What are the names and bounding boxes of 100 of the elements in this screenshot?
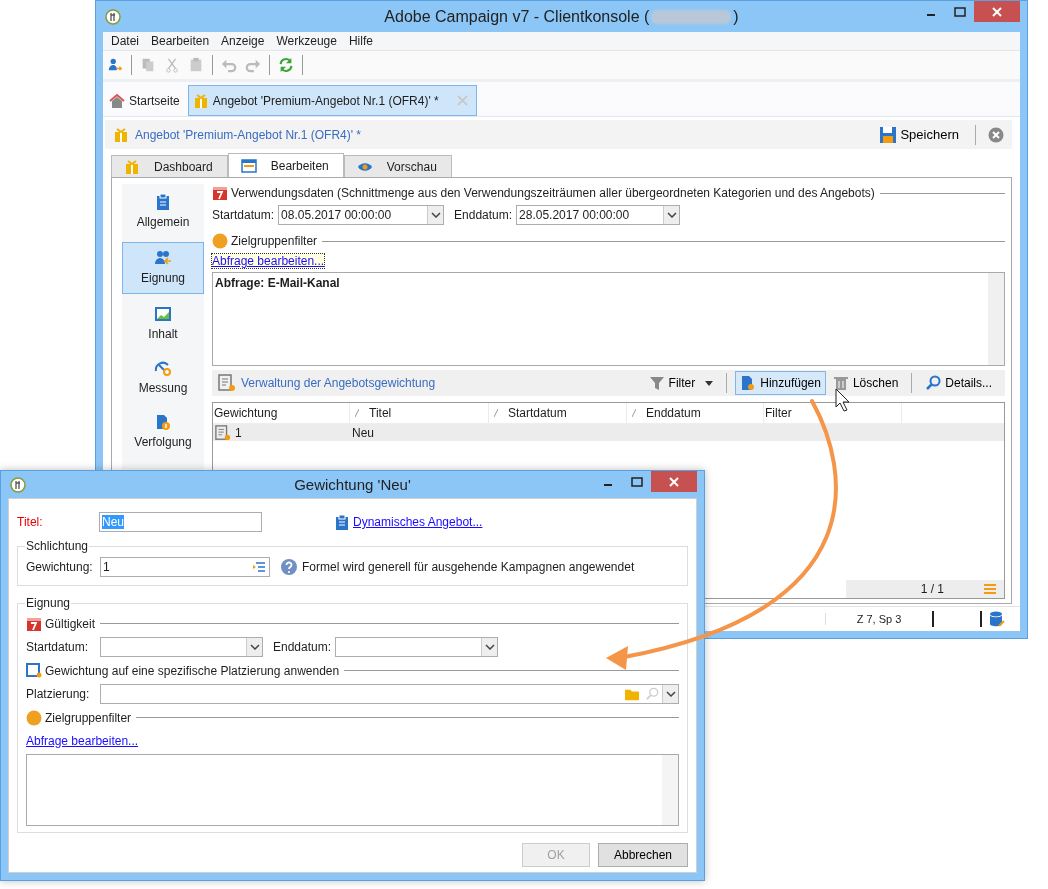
- sidebar-item[interactable]: Eignung: [122, 242, 204, 294]
- add-button[interactable]: Hinzufügen: [735, 371, 826, 395]
- document-info-icon: [154, 413, 172, 431]
- clipboard-icon: [154, 193, 172, 211]
- document-tab[interactable]: Startseite: [105, 85, 188, 116]
- search-icon[interactable]: [645, 687, 659, 701]
- date-field[interactable]: [335, 637, 499, 657]
- section-heading: Zielgruppenfilter: [231, 234, 318, 248]
- menu-icon[interactable]: [984, 583, 996, 595]
- date-field[interactable]: 08.05.2017 00:00:00: [278, 205, 445, 225]
- chevron-down-icon[interactable]: [484, 644, 495, 650]
- calendar-icon: [212, 185, 228, 201]
- sidebar-item[interactable]: Verfolgung: [122, 408, 204, 456]
- filter-dot-icon: [212, 233, 228, 249]
- edit-query-link[interactable]: Abfrage bearbeiten...: [26, 733, 139, 748]
- filter-button[interactable]: Filter: [643, 371, 719, 395]
- field-label: Gewichtung:: [26, 560, 94, 574]
- scrollbar[interactable]: [662, 755, 678, 825]
- hint-text: Formel wird generell für ausgehende Kampagnen angewendet: [302, 560, 635, 574]
- placement-field[interactable]: [100, 684, 679, 704]
- column-header[interactable]: Titel: [369, 406, 392, 420]
- edit-query-link[interactable]: Abfrage bearbeiten...: [212, 254, 325, 268]
- section-heading: Gültigkeit: [45, 616, 96, 631]
- user-arrow-icon[interactable]: [107, 57, 123, 73]
- window-title: Adobe Campaign v7 - Clientkonsole (: [384, 7, 650, 26]
- image-icon: [154, 305, 172, 323]
- close-button[interactable]: [974, 1, 1020, 22]
- section-heading: Zielgruppenfilter: [45, 710, 132, 725]
- gift-icon: [124, 158, 140, 175]
- close-icon: [669, 476, 679, 487]
- column-header[interactable]: Filter: [765, 406, 792, 420]
- gift-icon: [192, 92, 209, 109]
- copy-icon[interactable]: [140, 57, 156, 73]
- date-field[interactable]: 28.05.2017 00:00:00: [516, 205, 681, 225]
- undo-icon[interactable]: [221, 57, 237, 73]
- column-header[interactable]: Gewichtung: [214, 406, 278, 420]
- close-button[interactable]: [651, 471, 697, 492]
- scissors-icon[interactable]: [164, 57, 180, 73]
- details-button[interactable]: Details...: [920, 371, 997, 395]
- trash-icon: [832, 375, 849, 391]
- section-title: Verwaltung der Angebotsgewichtung: [241, 376, 436, 390]
- field-label: Titel:: [17, 515, 44, 529]
- field-label: Platzierung:: [26, 687, 91, 701]
- query-text: Abfrage: E-Mail-Kanal: [215, 276, 340, 290]
- window-icon: [240, 157, 257, 174]
- tab[interactable]: Dashboard: [111, 155, 228, 177]
- table-cell: Neu: [352, 425, 374, 440]
- list-edit-icon[interactable]: [253, 561, 265, 573]
- cancel-button[interactable]: Abbrechen: [598, 843, 688, 867]
- field-label: Startdatum:: [212, 208, 275, 222]
- menu-item[interactable]: Datei: [105, 34, 145, 48]
- sidebar-item[interactable]: Messung: [122, 354, 204, 402]
- mouse-pointer-icon: [835, 388, 850, 412]
- field-label: Enddatum:: [454, 208, 513, 222]
- date-field[interactable]: [100, 637, 263, 657]
- weight-field[interactable]: 1: [100, 557, 270, 577]
- sidebar-item[interactable]: Allgemein: [122, 188, 204, 236]
- save-button[interactable]: Speichern: [875, 125, 963, 144]
- scrollbar[interactable]: [988, 273, 1004, 365]
- folder-icon[interactable]: [625, 687, 639, 701]
- tab[interactable]: Vorschau: [343, 155, 452, 177]
- menu-item[interactable]: Bearbeiten: [145, 34, 216, 48]
- maximize-icon: [630, 476, 643, 487]
- paste-icon[interactable]: [188, 57, 204, 73]
- caret-icon: [705, 380, 714, 386]
- column-header[interactable]: Enddatum: [646, 406, 701, 420]
- search-icon: [925, 375, 942, 391]
- close-icon[interactable]: [988, 126, 1004, 143]
- table-cell: 1: [235, 425, 242, 440]
- gauge-icon: [154, 359, 172, 377]
- redo-icon[interactable]: [245, 57, 261, 73]
- menu-item[interactable]: Hilfe: [342, 34, 379, 48]
- house-icon: [109, 92, 125, 109]
- window-title-end: ): [733, 7, 739, 26]
- group-title: Schlichtung: [25, 539, 90, 553]
- delete-button[interactable]: Löschen: [827, 371, 904, 395]
- people-icon: [154, 249, 172, 267]
- chevron-down-icon[interactable]: [665, 691, 676, 697]
- section-heading: Verwendungsdaten (Schnittmenge aus den Verwendungszeiträumen aller übergeordneten Kategorien und des Angebots): [231, 186, 875, 200]
- dynamic-offer-link[interactable]: Dynamisches Angebot...: [353, 515, 483, 529]
- chevron-down-icon[interactable]: [666, 212, 677, 218]
- menu-item[interactable]: Werkzeuge: [270, 34, 343, 48]
- funnel-icon: [648, 375, 665, 391]
- chevron-down-icon[interactable]: [249, 644, 260, 650]
- cursor-position: Z 7, Sp 3: [825, 613, 932, 625]
- help-icon[interactable]: [280, 558, 298, 576]
- sidebar-item[interactable]: Inhalt: [122, 300, 204, 348]
- field-value: Neu: [102, 515, 124, 529]
- filter-dot-icon: [26, 709, 42, 726]
- tab[interactable]: Bearbeiten: [227, 153, 344, 177]
- gift-icon: [113, 126, 129, 143]
- chevron-down-icon[interactable]: [430, 212, 441, 218]
- menu-item[interactable]: Anzeige: [215, 34, 271, 48]
- maximize-icon: [953, 6, 966, 17]
- refresh-icon[interactable]: [278, 57, 294, 73]
- column-header[interactable]: Startdatum: [508, 406, 567, 420]
- minimize-icon: [926, 14, 935, 16]
- placement-icon: [26, 662, 42, 679]
- close-icon: [992, 6, 1002, 17]
- document-tab[interactable]: Angebot 'Premium-Angebot Nr.1 (OFR4)' *: [187, 85, 477, 116]
